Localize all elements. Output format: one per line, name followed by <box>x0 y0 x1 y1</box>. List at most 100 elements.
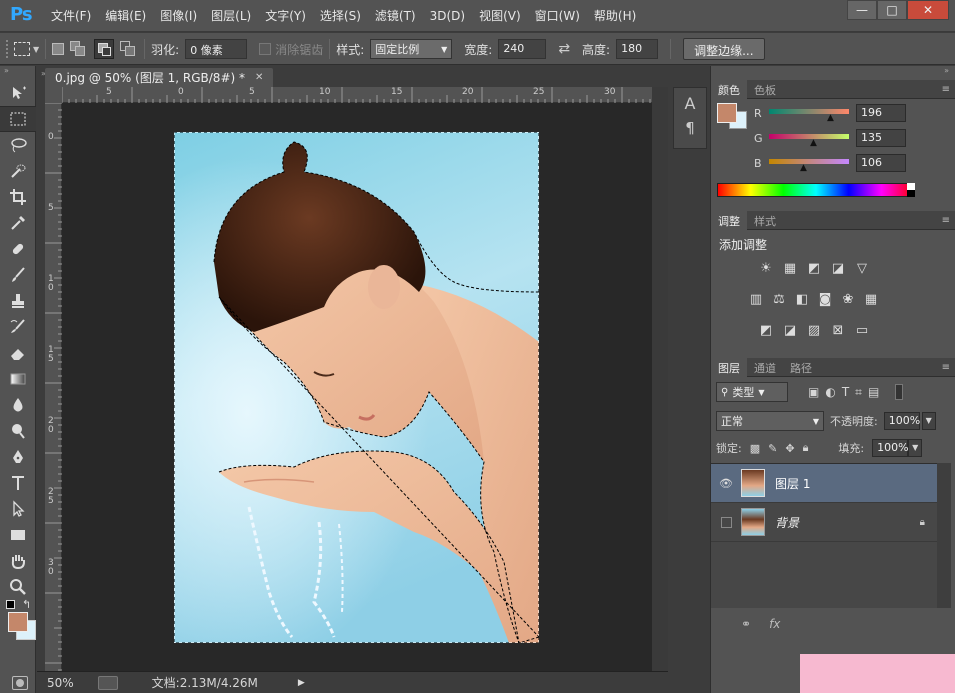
filter-pixel-icon[interactable]: ▣ <box>808 385 819 399</box>
color-lookup-icon[interactable]: ▦ <box>862 291 880 307</box>
paragraph-panel-icon[interactable]: ¶ <box>674 119 706 137</box>
tool-preset-picker[interactable]: ▼ <box>14 42 39 56</box>
refine-edge-button[interactable]: 调整边缘... <box>683 38 765 60</box>
tab-color[interactable]: 颜色 <box>711 79 747 99</box>
b-slider-thumb[interactable]: ▲ <box>800 163 807 173</box>
move-tool-icon[interactable] <box>0 80 36 106</box>
menu-filter[interactable]: 滤镜(T) <box>368 0 423 32</box>
spectrum-white[interactable] <box>907 183 915 190</box>
menu-help[interactable]: 帮助(H) <box>587 0 643 32</box>
canvas-area[interactable] <box>62 103 652 671</box>
close-tab-icon[interactable]: ✕ <box>255 72 263 83</box>
channel-mixer-icon[interactable]: ❀ <box>839 291 857 307</box>
quick-select-tool-icon[interactable] <box>0 158 36 184</box>
b-input[interactable]: 106 <box>856 154 906 172</box>
zoom-level[interactable]: 50% <box>47 676 74 690</box>
blur-tool-icon[interactable] <box>0 392 36 418</box>
tab-paths[interactable]: 路径 <box>783 358 819 377</box>
blend-mode-select[interactable]: 正常 ▼ <box>716 411 824 431</box>
path-select-tool-icon[interactable] <box>0 496 36 522</box>
menu-image[interactable]: 图像(I) <box>153 0 204 32</box>
healing-brush-tool-icon[interactable] <box>0 236 36 262</box>
foreground-color-swatch[interactable] <box>717 103 737 123</box>
menu-layer[interactable]: 图层(L) <box>204 0 258 32</box>
r-slider[interactable] <box>769 109 849 114</box>
menu-view[interactable]: 视图(V) <box>472 0 528 32</box>
hue-saturation-icon[interactable]: ▥ <box>747 291 765 307</box>
curves-icon[interactable]: ◩ <box>805 260 823 276</box>
zoom-tool-icon[interactable] <box>0 574 36 600</box>
lock-all-icon[interactable]: 🔒︎ <box>803 441 809 455</box>
eraser-tool-icon[interactable] <box>0 340 36 366</box>
layer-row-layer1[interactable]: 👁︎ 图层 1 <box>711 464 937 503</box>
vertical-scrollbar[interactable] <box>652 87 668 671</box>
r-input[interactable]: 196 <box>856 104 906 122</box>
character-panel-icon[interactable]: A <box>674 94 706 113</box>
visibility-toggle[interactable] <box>711 516 741 528</box>
invert-icon[interactable]: ◩ <box>757 322 775 338</box>
subtract-selection-icon[interactable] <box>94 39 115 59</box>
panel-menu-icon[interactable]: ≡ <box>942 215 955 226</box>
filter-type-icon[interactable]: T <box>842 385 849 399</box>
chevron-down-icon[interactable]: ▼ <box>908 439 923 457</box>
document-image[interactable] <box>174 132 539 643</box>
swap-colors-icon[interactable]: ↰ <box>22 598 31 611</box>
antialias-checkbox[interactable]: 消除锯齿 <box>259 41 323 58</box>
layer-row-background[interactable]: 背景 🔒︎ <box>711 503 937 542</box>
tab-swatches[interactable]: 色板 <box>747 80 783 99</box>
gradient-tool-icon[interactable] <box>0 366 36 392</box>
vibrance-icon[interactable]: ▽ <box>853 260 871 276</box>
chevron-down-icon[interactable]: ▼ <box>921 412 936 430</box>
menu-3d[interactable]: 3D(D) <box>423 0 472 32</box>
eye-icon[interactable]: 👁︎ <box>711 477 741 490</box>
rectangle-tool-icon[interactable] <box>0 522 36 548</box>
panel-menu-icon[interactable]: ≡ <box>942 362 955 373</box>
link-icon[interactable]: ⚭ <box>741 617 751 631</box>
spectrum-black[interactable] <box>907 190 915 197</box>
g-slider[interactable] <box>769 134 849 139</box>
triangle-right-icon[interactable]: ▶ <box>298 678 305 688</box>
spectrum-bar[interactable] <box>717 183 915 197</box>
menu-select[interactable]: 选择(S) <box>313 0 368 32</box>
fx-icon[interactable]: fx <box>769 617 780 631</box>
b-slider[interactable] <box>769 159 849 164</box>
brush-tool-icon[interactable] <box>0 262 36 288</box>
opacity-input[interactable]: 100% <box>883 412 920 430</box>
selective-color-icon[interactable]: ⊠ <box>829 322 847 338</box>
clone-stamp-tool-icon[interactable] <box>0 288 36 314</box>
black-white-icon[interactable]: ◧ <box>793 291 811 307</box>
r-slider-thumb[interactable]: ▲ <box>827 113 834 123</box>
panel-menu-icon[interactable]: ≡ <box>942 84 955 95</box>
height-input[interactable]: 180 <box>616 39 659 59</box>
type-tool-icon[interactable] <box>0 470 36 496</box>
minimize-button[interactable]: — <box>847 0 877 20</box>
filter-smart-object-icon[interactable]: ▤ <box>868 385 879 399</box>
tab-channels[interactable]: 通道 <box>747 358 783 377</box>
photo-filter-icon[interactable]: ◙ <box>816 291 834 307</box>
default-colors-icon[interactable] <box>6 600 15 609</box>
g-slider-thumb[interactable]: ▲ <box>810 138 817 148</box>
filter-adjustment-icon[interactable]: ◐ <box>825 385 835 399</box>
menu-window[interactable]: 窗口(W) <box>528 0 587 32</box>
hand-tool-icon[interactable] <box>0 548 36 574</box>
collapse-panels-icon[interactable]: » <box>711 66 955 80</box>
brightness-icon[interactable]: ☀ <box>757 260 775 276</box>
gradient-map-icon[interactable]: ▭ <box>853 322 871 338</box>
color-balance-icon[interactable]: ⚖ <box>770 291 788 307</box>
style-select[interactable]: 固定比例 ▼ <box>370 39 453 59</box>
layers-scrollbar[interactable] <box>937 463 951 608</box>
tab-styles[interactable]: 样式 <box>747 211 783 230</box>
filter-kind-select[interactable]: ⚲ 类型 ▼ <box>716 382 788 402</box>
filter-shape-icon[interactable]: ⌗ <box>855 385 862 400</box>
fill-input[interactable]: 100% <box>872 439 909 457</box>
menu-edit[interactable]: 编辑(E) <box>98 0 153 32</box>
width-input[interactable]: 240 <box>498 39 547 59</box>
posterize-icon[interactable]: ◪ <box>781 322 799 338</box>
lock-position-icon[interactable]: ✥ <box>785 442 794 455</box>
levels-icon[interactable]: ▦ <box>781 260 799 276</box>
exposure-icon[interactable]: ◪ <box>829 260 847 276</box>
new-selection-icon[interactable] <box>52 43 65 55</box>
foreground-color-swatch[interactable] <box>8 612 28 632</box>
menu-type[interactable]: 文字(Y) <box>258 0 313 32</box>
collapse-icon[interactable]: » <box>0 66 35 80</box>
